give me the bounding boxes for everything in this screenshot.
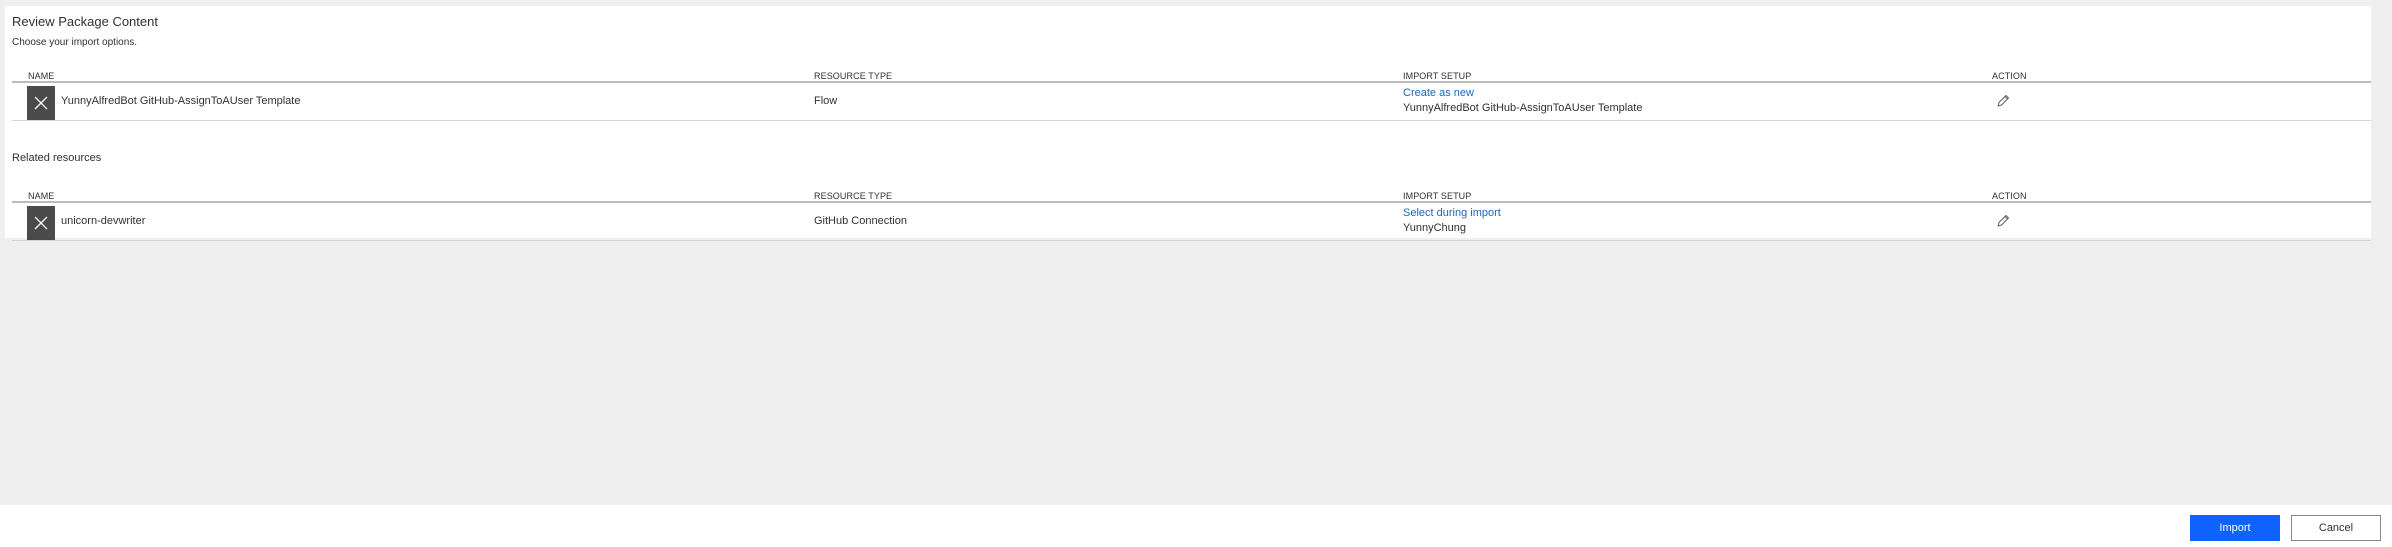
page-subtitle: Choose your import options.	[12, 37, 138, 48]
close-x-icon	[27, 206, 55, 240]
footer-bar: Import Cancel	[0, 505, 2392, 547]
column-header-import-setup: IMPORT SETUP	[1403, 191, 1472, 201]
import-setup-link[interactable]: Select during import	[1403, 207, 1501, 219]
edit-pencil-icon[interactable]	[1995, 213, 2011, 229]
column-header-action: ACTION	[1992, 191, 2027, 201]
cancel-button[interactable]: Cancel	[2291, 515, 2381, 541]
import-setup-value: YunnyAlfredBot GitHub-AssignToAUser Temp…	[1403, 102, 1643, 114]
package-content-table: NAME RESOURCE TYPE IMPORT SETUP ACTION Y…	[12, 67, 2371, 121]
table-row: unicorn-devwriter GitHub Connection Sele…	[12, 203, 2371, 241]
related-resources-table: NAME RESOURCE TYPE IMPORT SETUP ACTION u…	[12, 187, 2371, 241]
column-header-name: NAME	[28, 71, 55, 81]
related-resources-title: Related resources	[12, 152, 102, 164]
column-header-action: ACTION	[1992, 71, 2027, 81]
column-header-resource-type: RESOURCE TYPE	[814, 191, 893, 201]
column-header-import-setup: IMPORT SETUP	[1403, 71, 1472, 81]
resource-type: GitHub Connection	[814, 215, 907, 227]
resource-name: unicorn-devwriter	[61, 215, 146, 227]
import-setup-link[interactable]: Create as new	[1403, 87, 1474, 99]
resource-name: YunnyAlfredBot GitHub-AssignToAUser Temp…	[61, 95, 301, 107]
column-header-name: NAME	[28, 191, 55, 201]
column-header-resource-type: RESOURCE TYPE	[814, 71, 893, 81]
review-package-panel: Review Package Content Choose your impor…	[5, 6, 2371, 241]
table-header: NAME RESOURCE TYPE IMPORT SETUP ACTION	[12, 187, 2371, 203]
close-x-icon	[27, 86, 55, 120]
resource-type: Flow	[814, 95, 838, 107]
import-button[interactable]: Import	[2190, 515, 2280, 541]
table-row: YunnyAlfredBot GitHub-AssignToAUser Temp…	[12, 83, 2371, 121]
table-header: NAME RESOURCE TYPE IMPORT SETUP ACTION	[12, 67, 2371, 83]
edit-pencil-icon[interactable]	[1995, 93, 2011, 109]
page-title: Review Package Content	[12, 14, 158, 29]
import-setup-value: YunnyChung	[1403, 222, 1466, 234]
